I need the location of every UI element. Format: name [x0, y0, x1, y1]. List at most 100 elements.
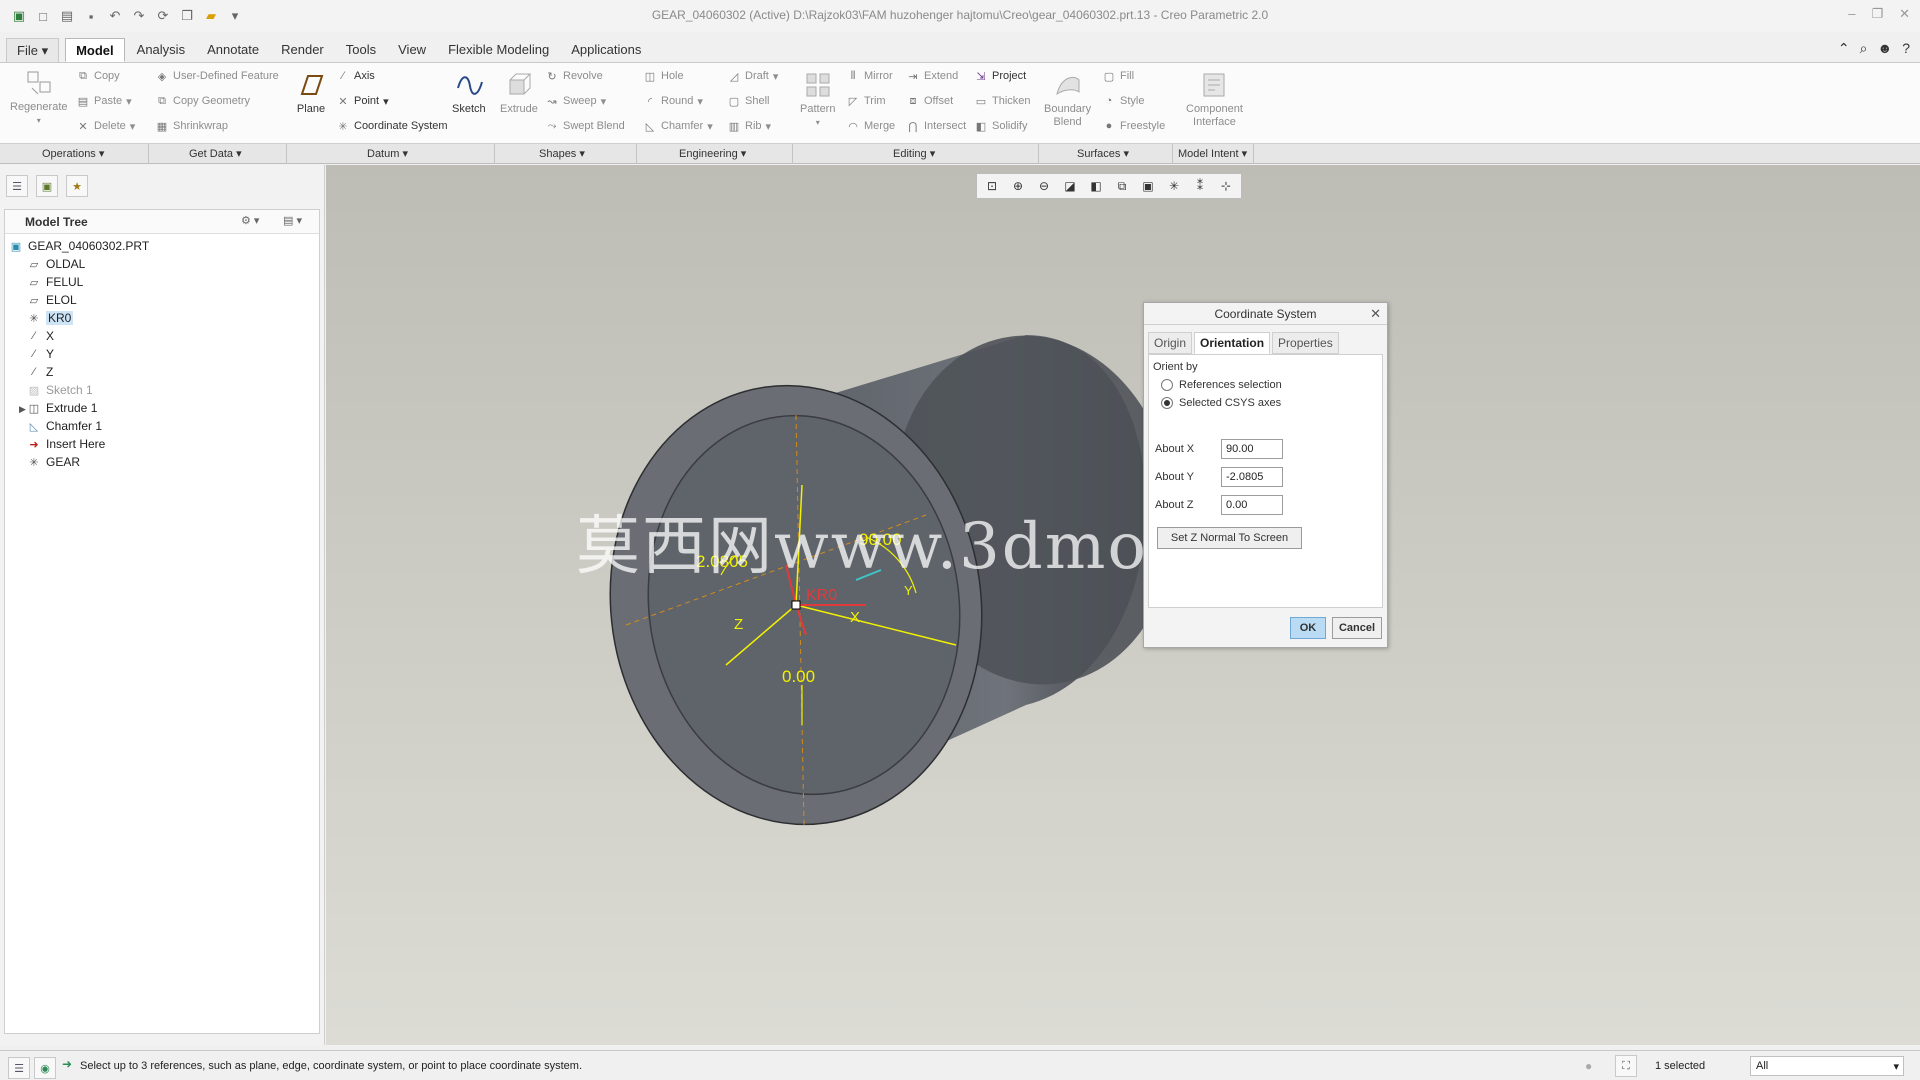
delete-button[interactable]: ✕ Delete ▾: [76, 119, 135, 133]
tree-columns-icon[interactable]: ▤ ▾: [283, 214, 302, 227]
tree-item-oldal[interactable]: ▱ OLDAL: [27, 255, 86, 273]
regenerate-small-icon[interactable]: ⟳: [154, 7, 172, 25]
about-y-field[interactable]: -2.0805: [1221, 467, 1283, 487]
tree-item-z[interactable]: ⁄ Z: [27, 363, 53, 381]
chamfer-button[interactable]: ◺ Chamfer ▾: [643, 119, 713, 133]
shrinkwrap-button[interactable]: ▦ Shrinkwrap: [155, 119, 228, 133]
intersect-button[interactable]: ⋂ Intersect: [906, 119, 966, 133]
show-navigator-icon[interactable]: ☰: [8, 1057, 30, 1079]
tree-item-extrude1[interactable]: ◫ Extrude 1: [27, 399, 98, 417]
component-interface-button[interactable]: Component Interface: [1186, 69, 1243, 129]
coordinate-system-button[interactable]: ✳ Coordinate System: [336, 119, 447, 133]
new-file-icon[interactable]: □: [34, 7, 52, 25]
shell-button[interactable]: ▢ Shell: [727, 94, 770, 108]
copy-geometry-button[interactable]: ⧉ Copy Geometry: [155, 94, 250, 108]
trim-button[interactable]: ◸ Trim: [846, 94, 886, 108]
radio-csys-axes-label[interactable]: Selected CSYS axes: [1179, 397, 1281, 409]
extrude-button[interactable]: Extrude: [500, 69, 538, 116]
udf-button[interactable]: ◈ User-Defined Feature: [155, 69, 279, 83]
tab-tools[interactable]: Tools: [336, 38, 386, 62]
cancel-button[interactable]: Cancel: [1332, 617, 1382, 639]
group-model-intent[interactable]: Model Intent ▾: [1178, 147, 1247, 160]
sweep-button[interactable]: ↝ Sweep ▾: [545, 94, 606, 108]
tab-analysis[interactable]: Analysis: [127, 38, 195, 62]
tab-flexible-modeling[interactable]: Flexible Modeling: [438, 38, 559, 62]
tab-annotate[interactable]: Annotate: [197, 38, 269, 62]
help-icon[interactable]: ?: [1902, 40, 1910, 57]
thicken-button[interactable]: ▭ Thicken: [974, 94, 1031, 108]
selection-count[interactable]: 1 selected: [1655, 1060, 1705, 1072]
sketch-button[interactable]: Sketch: [452, 69, 486, 116]
group-get-data[interactable]: Get Data ▾: [189, 147, 242, 160]
dialog-close-icon[interactable]: ✕: [1370, 303, 1381, 325]
dim-about-z[interactable]: 0.00: [782, 667, 815, 686]
graphics-area[interactable]: ⊡ ⊕ ⊖ ◪ ◧ ⧉ ▣ ✳ ⁑ ⊹ 2.0805 90.00 0.00 KR…: [326, 165, 1920, 1045]
windows-icon[interactable]: ❐: [178, 7, 196, 25]
minimize-ribbon-icon[interactable]: ⌃: [1838, 40, 1850, 57]
smart-select-icon[interactable]: ⛶: [1615, 1055, 1637, 1077]
radio-references-label[interactable]: References selection: [1179, 379, 1282, 391]
undo-icon[interactable]: ↶: [106, 7, 124, 25]
save-icon[interactable]: ▪: [82, 7, 100, 25]
swept-blend-button[interactable]: ⤳ Swept Blend: [545, 119, 625, 133]
rib-button[interactable]: ▥ Rib ▾: [727, 119, 771, 133]
offset-button[interactable]: ⧈ Offset: [906, 94, 954, 108]
radio-references-selection[interactable]: [1161, 379, 1173, 391]
tree-item-chamfer1[interactable]: ◺ Chamfer 1: [27, 417, 102, 435]
point-button[interactable]: ✕ Point ▾: [336, 94, 388, 108]
group-shapes[interactable]: Shapes ▾: [539, 147, 585, 160]
ok-button[interactable]: OK: [1290, 617, 1326, 639]
radio-selected-csys-axes[interactable]: [1161, 397, 1173, 409]
solidify-button[interactable]: ◧ Solidify: [974, 119, 1028, 133]
folder-browser-tab-icon[interactable]: ▣: [36, 175, 58, 197]
group-operations[interactable]: Operations ▾: [42, 147, 104, 160]
tree-item-felul[interactable]: ▱ FELUL: [27, 273, 84, 291]
dialog-tab-orientation[interactable]: Orientation: [1194, 332, 1271, 354]
revolve-button[interactable]: ↻ Revolve: [545, 69, 602, 83]
tree-item-gear[interactable]: ✳ GEAR: [27, 453, 80, 471]
redo-icon[interactable]: ↷: [130, 7, 148, 25]
tree-item-elol[interactable]: ▱ ELOL: [27, 291, 77, 309]
about-x-field[interactable]: 90.00: [1221, 439, 1283, 459]
group-datum[interactable]: Datum ▾: [367, 147, 408, 160]
tree-item-kr0[interactable]: ✳ KR0: [27, 309, 74, 327]
tree-item-sketch1[interactable]: ▨ Sketch 1: [27, 381, 93, 399]
tree-item-x[interactable]: ⁄ X: [27, 327, 54, 345]
tab-file[interactable]: File ▾: [6, 38, 60, 62]
paste-button[interactable]: ▤ Paste ▾: [76, 94, 132, 108]
about-z-field[interactable]: 0.00: [1221, 495, 1283, 515]
mirror-button[interactable]: ⫴ Mirror: [846, 69, 893, 83]
round-button[interactable]: ◜ Round ▾: [643, 94, 703, 108]
expand-extrude-icon[interactable]: ▶: [19, 404, 26, 415]
tab-applications[interactable]: Applications: [561, 38, 651, 62]
axis-button[interactable]: ⁄ Axis: [336, 69, 375, 83]
restore-icon[interactable]: ❐: [1871, 6, 1883, 22]
tab-view[interactable]: View: [388, 38, 436, 62]
open-file-icon[interactable]: ▤: [58, 7, 76, 25]
search-icon[interactable]: ⌕: [1860, 40, 1868, 57]
copy-button[interactable]: ⧉ Copy: [76, 69, 120, 83]
tree-item-part[interactable]: ▣ GEAR_04060302.PRT: [9, 237, 149, 255]
browser-icon[interactable]: ◉: [34, 1057, 56, 1079]
close-window-icon[interactable]: ▰: [202, 7, 220, 25]
merge-button[interactable]: ◠ Merge: [846, 119, 895, 133]
style-button[interactable]: ◔ Style: [1102, 94, 1145, 108]
project-button[interactable]: ⇲ Project: [974, 69, 1026, 83]
plane-button[interactable]: Plane: [295, 69, 327, 116]
dialog-tab-origin[interactable]: Origin: [1148, 332, 1193, 354]
tree-item-insert-here[interactable]: ➜ Insert Here: [27, 435, 105, 453]
dialog-title-bar[interactable]: Coordinate System ✕: [1144, 303, 1387, 325]
community-icon[interactable]: ☻: [1877, 40, 1892, 57]
group-engineering[interactable]: Engineering ▾: [679, 147, 746, 160]
freestyle-button[interactable]: ● Freestyle: [1102, 119, 1166, 133]
close-icon[interactable]: ✕: [1899, 6, 1910, 22]
tab-model[interactable]: Model: [65, 38, 125, 62]
set-z-normal-button[interactable]: Set Z Normal To Screen: [1157, 527, 1302, 549]
fill-button[interactable]: ▢ Fill: [1102, 69, 1134, 83]
group-surfaces[interactable]: Surfaces ▾: [1077, 147, 1129, 160]
minimize-icon[interactable]: –: [1848, 6, 1855, 22]
pattern-button[interactable]: Pattern ▾: [800, 69, 835, 129]
boundary-blend-button[interactable]: Boundary Blend: [1044, 69, 1091, 129]
model-tree-tab-icon[interactable]: ☰: [6, 175, 28, 197]
regenerate-button[interactable]: Regenerate ▾: [10, 67, 68, 127]
